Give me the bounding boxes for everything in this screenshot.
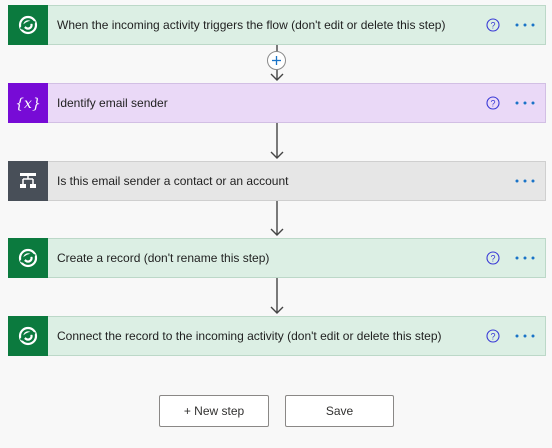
connector-arrow — [270, 201, 284, 236]
svg-text:?: ? — [490, 331, 495, 341]
more-options-icon[interactable] — [514, 174, 536, 188]
svg-text:?: ? — [490, 253, 495, 263]
step-title: Create a record (don't rename this step) — [57, 251, 270, 265]
insert-step-button[interactable] — [267, 51, 286, 70]
help-icon[interactable]: ? — [486, 329, 500, 343]
step-title: Connect the record to the incoming activ… — [57, 329, 442, 343]
step-title: Identify email sender — [57, 96, 168, 110]
step-title: Is this email sender a contact or an acc… — [57, 174, 289, 188]
condition-icon — [8, 161, 48, 201]
save-button[interactable]: Save — [285, 395, 394, 427]
new-step-button[interactable]: + New step — [159, 395, 269, 427]
step-title: When the incoming activity triggers the … — [57, 18, 446, 32]
dataverse-icon — [8, 316, 48, 356]
more-options-icon[interactable] — [514, 96, 536, 110]
step-condition-card[interactable]: Is this email sender a contact or an acc… — [8, 161, 546, 201]
more-options-icon[interactable] — [514, 329, 536, 343]
plus-icon — [272, 56, 281, 65]
step-identify-sender-card[interactable]: {x} Identify email sender ? — [8, 83, 546, 123]
help-icon[interactable]: ? — [486, 18, 500, 32]
connector-arrow — [270, 123, 284, 159]
more-options-icon[interactable] — [514, 251, 536, 265]
help-icon[interactable]: ? — [486, 251, 500, 265]
help-icon[interactable]: ? — [486, 96, 500, 110]
svg-text:?: ? — [490, 98, 495, 108]
variable-icon: {x} — [8, 83, 48, 123]
connector-arrow — [270, 278, 284, 314]
step-trigger-card[interactable]: When the incoming activity triggers the … — [8, 5, 546, 45]
dataverse-icon — [8, 238, 48, 278]
step-connect-record-card[interactable]: Connect the record to the incoming activ… — [8, 316, 546, 356]
svg-text:?: ? — [490, 20, 495, 30]
more-options-icon[interactable] — [514, 18, 536, 32]
svg-text:{x}: {x} — [15, 96, 41, 112]
dataverse-icon — [8, 5, 48, 45]
step-create-record-card[interactable]: Create a record (don't rename this step)… — [8, 238, 546, 278]
